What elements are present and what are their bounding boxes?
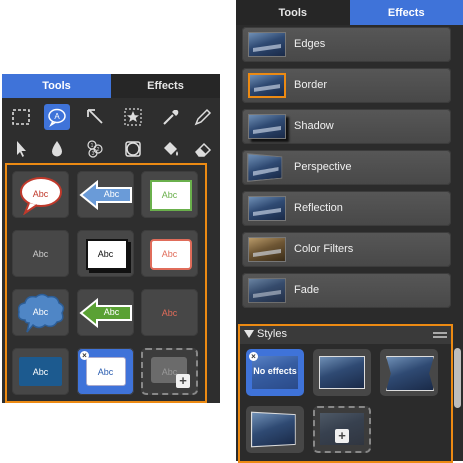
callout-style-white-selected[interactable]: × Abc [77,348,134,395]
tab-tools[interactable]: Tools [236,0,350,25]
callout-style-arrow-green[interactable]: Abc [77,289,134,336]
effect-color-filters[interactable]: Color Filters [242,232,451,267]
callout-style-red-outline[interactable]: Abc [141,230,198,277]
svg-text:2: 2 [97,147,100,153]
callout-style-label: Abc [141,308,198,318]
effects-list: Edges Border Shadow Perspective Reflecti… [242,27,451,314]
effect-thumbnail [248,278,286,303]
svg-text:1: 1 [91,143,94,149]
pointer-icon[interactable] [8,136,34,162]
callout-style-cloud[interactable]: Abc [12,289,69,336]
close-icon[interactable]: × [80,351,89,360]
callout-style-label: Abc [141,190,198,200]
paint-bucket-icon[interactable] [158,136,184,162]
callout-styles-grid: Abc Abc Abc Abc Abc Abc Abc [5,163,207,403]
tab-effects[interactable]: Effects [111,74,220,98]
add-style-preset-button[interactable]: + [313,406,371,453]
preset-thumbnail [386,356,434,391]
speech-bubble-text-icon[interactable]: A [44,104,70,130]
tools-panel: Tools Effects A 123 [2,74,220,403]
callout-style-label: Abc [77,249,134,259]
preset-label: No effects [246,366,304,376]
effect-label: Reflection [294,191,343,226]
styles-title: Styles [257,328,287,340]
callout-style-label: Abc [141,249,198,259]
effect-styles-section: Styles × No effects + [238,324,453,463]
effect-label: Perspective [294,150,351,185]
effect-edges[interactable]: Edges [242,27,451,62]
style-preset-torn-edge[interactable] [380,349,438,396]
eyedropper-icon[interactable] [158,104,184,130]
callout-style-label: Abc [12,189,69,199]
callout-style-label: Abc [12,249,69,259]
effect-thumbnail [248,73,286,98]
effect-thumbnail [248,196,286,221]
disclosure-triangle-icon[interactable] [244,330,254,338]
effect-label: Color Filters [294,232,353,267]
plus-icon: + [335,429,349,443]
drag-handle-icon[interactable] [433,332,447,338]
effect-thumbnail [248,237,286,262]
callout-style-label: Abc [77,367,134,377]
eraser-icon[interactable] [190,136,216,162]
callout-style-label: Abc [89,189,134,199]
callout-style-label: Abc [12,307,69,317]
tab-bar: Tools Effects [2,74,220,98]
effect-border[interactable]: Border [242,68,451,103]
effect-thumbnail [248,114,286,139]
close-icon[interactable]: × [249,352,258,361]
drop-blur-icon[interactable] [44,136,70,162]
star-stamp-icon[interactable] [120,104,146,130]
effect-reflection[interactable]: Reflection [242,191,451,226]
circle-square-icon[interactable] [120,136,146,162]
callout-style-speech-bubble[interactable]: Abc [12,171,69,218]
callout-style-plain-red-text[interactable]: Abc [141,289,198,336]
numbered-circles-icon[interactable]: 123 [82,136,108,162]
effect-label: Fade [294,273,319,308]
effects-panel: Tools Effects Edges Border Shadow Perspe… [236,0,463,461]
effect-fade[interactable]: Fade [242,273,451,308]
effect-label: Border [294,68,327,103]
pencil-icon[interactable] [190,104,216,130]
styles-scrollbar[interactable] [454,348,461,408]
callout-style-plain-dark[interactable]: Abc [12,230,69,277]
style-preset-no-effects[interactable]: × No effects [246,349,304,396]
add-custom-style-button[interactable]: Abc + [141,348,198,395]
effect-thumbnail [248,32,286,57]
effect-shadow[interactable]: Shadow [242,109,451,144]
effect-perspective[interactable]: Perspective [242,150,451,185]
marquee-select-icon[interactable] [8,104,34,130]
callout-style-navy[interactable]: Abc [12,348,69,395]
callout-style-green-outline[interactable]: Abc [141,171,198,218]
preset-thumbnail [251,412,296,448]
plus-icon: + [176,374,190,388]
tab-bar: Tools Effects [236,0,463,25]
effect-label: Shadow [294,109,334,144]
effect-thumbnail [247,153,282,182]
preset-thumbnail [319,356,365,389]
style-preset-perspective[interactable] [246,406,304,453]
arrow-icon[interactable] [82,104,108,130]
tab-tools[interactable]: Tools [2,74,111,98]
tool-grid: A 123 [8,102,216,162]
style-preset-border[interactable] [313,349,371,396]
callout-style-arrow-blue[interactable]: Abc [77,171,134,218]
callout-style-black-shadow[interactable]: Abc [77,230,134,277]
callout-style-label: Abc [12,367,69,377]
styles-header[interactable]: Styles [240,326,451,344]
effect-label: Edges [294,27,325,62]
svg-text:A: A [54,112,60,121]
svg-text:3: 3 [92,151,95,157]
callout-style-label: Abc [89,307,134,317]
tab-effects[interactable]: Effects [350,0,463,25]
